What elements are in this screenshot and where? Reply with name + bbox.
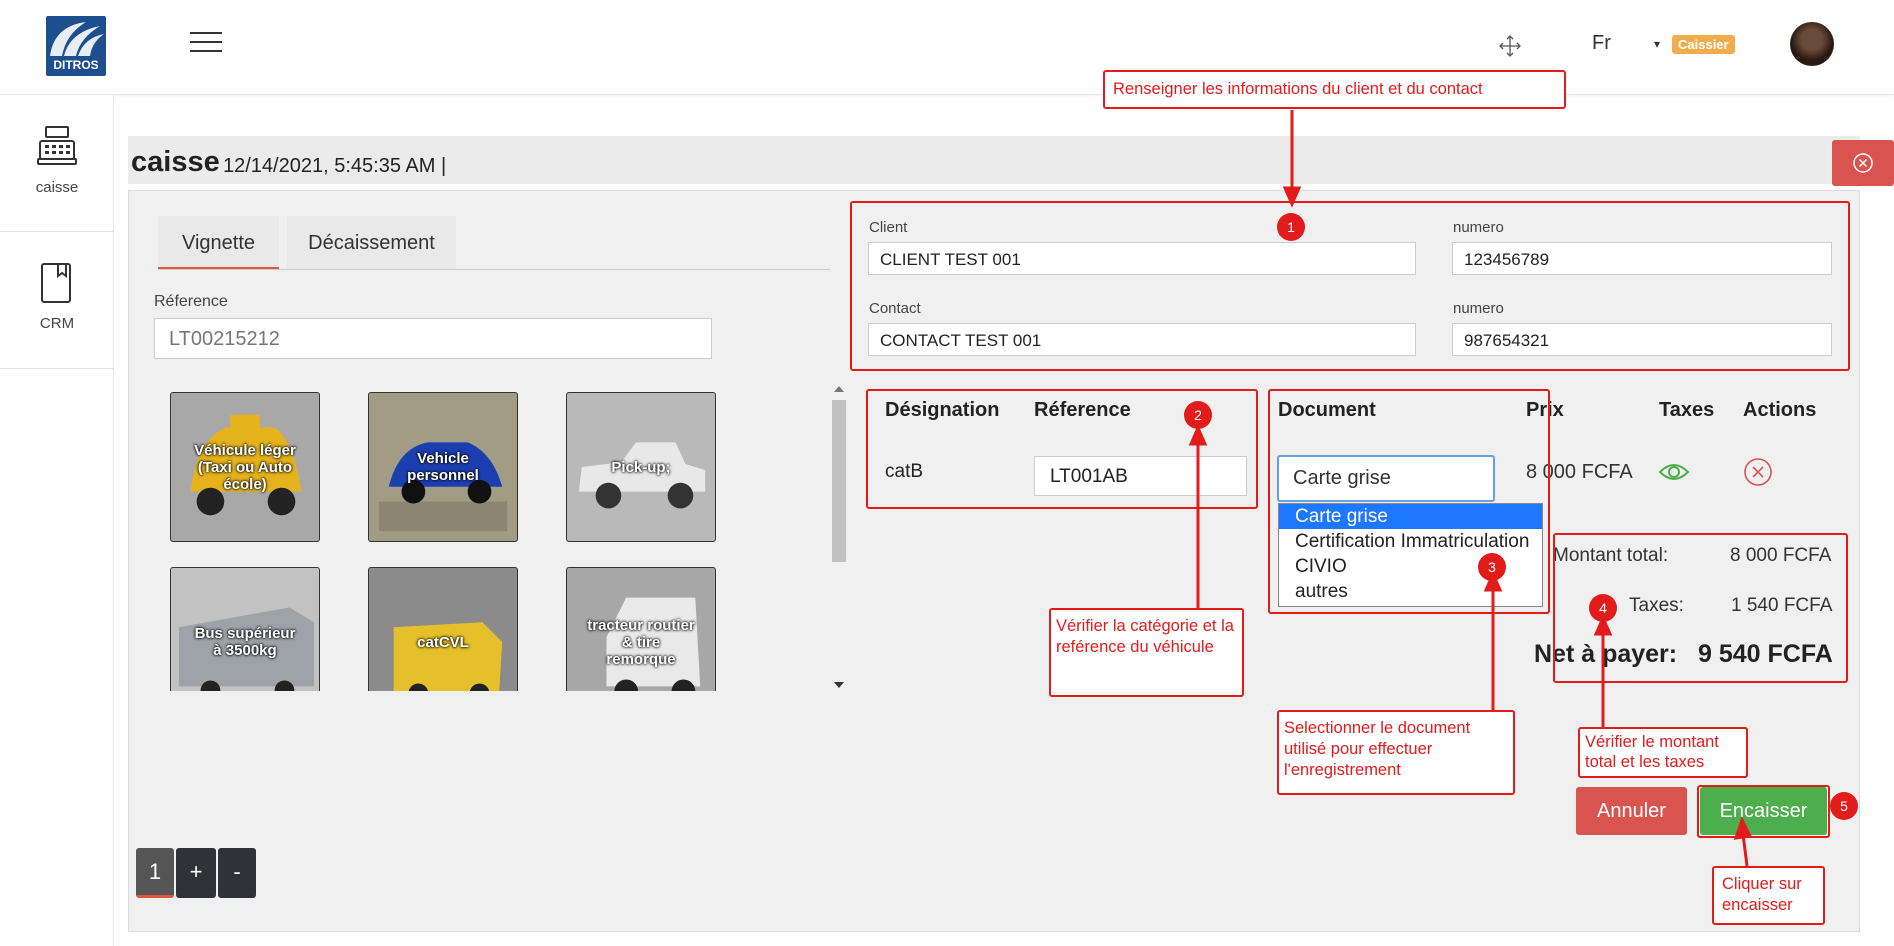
reference-input[interactable]: LT00215212 xyxy=(154,318,712,359)
vehicle-card-light[interactable]: Véhicule léger (Taxi ou Auto école) xyxy=(170,392,320,542)
header-taxes: Taxes xyxy=(1659,399,1715,421)
step-marker-4: 4 xyxy=(1589,594,1617,622)
page-plus-button[interactable]: + xyxy=(176,848,216,898)
cancel-button[interactable]: Annuler xyxy=(1576,787,1687,835)
vehicle-label: tracteur routier & tire remorque xyxy=(587,616,695,668)
vehicle-grid-scrollbar[interactable] xyxy=(830,384,848,690)
tab-vignette[interactable]: Vignette xyxy=(158,216,279,270)
page-current-button[interactable]: 1 xyxy=(136,848,174,898)
avatar[interactable] xyxy=(1790,22,1834,66)
tab-label: Décaissement xyxy=(308,232,435,254)
vehicle-card-bus[interactable]: Bus supérieur à 3500kg xyxy=(170,567,320,691)
page-minus-button[interactable]: - xyxy=(218,848,256,898)
step-marker-1: 1 xyxy=(1277,213,1305,241)
reference-label: Réference xyxy=(154,293,228,310)
close-button[interactable] xyxy=(1832,140,1894,186)
vehicle-label: Vehicle personnel xyxy=(407,450,479,484)
language-selector[interactable]: Fr xyxy=(1592,32,1611,55)
scroll-thumb[interactable] xyxy=(832,400,846,562)
role-dropdown-caret[interactable]: ▾ xyxy=(1654,37,1660,51)
role-badge[interactable]: Caissier xyxy=(1672,35,1735,54)
tab-label: Vignette xyxy=(181,232,256,254)
page-datetime: 12/14/2021, 5:45:35 AM | xyxy=(223,155,447,177)
scroll-down-icon[interactable] xyxy=(834,682,844,688)
step-marker-2: 2 xyxy=(1184,401,1212,429)
remove-row-icon[interactable] xyxy=(1742,456,1774,488)
step-marker-5: 5 xyxy=(1830,792,1858,820)
annotation-box-encaisser xyxy=(1697,785,1830,838)
top-bar: DITROS Fr ▾ Caissier xyxy=(0,0,1894,95)
vehicle-card-pickup[interactable]: Pick-up; xyxy=(566,392,716,542)
vehicle-grid: Véhicule léger (Taxi ou Auto école) Vehi… xyxy=(154,383,834,691)
vehicle-label: catCVL xyxy=(417,633,469,651)
annotation-note-encaisser: Cliquer sur encaisser xyxy=(1712,866,1825,925)
sidebar-item-caisse[interactable]: caisse xyxy=(0,95,114,232)
sidebar: caisse CRM xyxy=(0,95,114,946)
step-marker-3: 3 xyxy=(1478,553,1506,581)
vehicle-label: Bus supérieur à 3500kg xyxy=(194,625,296,659)
annotation-box-document xyxy=(1268,389,1550,614)
ditros-logo[interactable]: DITROS xyxy=(46,16,106,76)
close-icon xyxy=(1853,153,1873,173)
vehicle-card-catcvl[interactable]: catCVL xyxy=(368,567,518,691)
scroll-up-icon[interactable] xyxy=(834,386,844,392)
book-icon xyxy=(41,263,71,303)
annotation-note-vehicle: Vérifier la catégorie et la reférence du… xyxy=(1049,608,1244,697)
eye-icon[interactable] xyxy=(1658,458,1690,486)
cash-register-icon xyxy=(37,126,77,165)
annotation-box-client xyxy=(850,201,1850,371)
move-icon[interactable] xyxy=(1498,34,1522,58)
tab-divider xyxy=(158,269,830,270)
vehicle-label: Pick-up; xyxy=(611,458,671,476)
sidebar-item-crm[interactable]: CRM xyxy=(0,232,114,369)
logo-text: DITROS xyxy=(53,58,99,72)
sidebar-item-label: CRM xyxy=(39,315,75,332)
annotation-note-totals: Vérifier le montant total et les taxes xyxy=(1578,727,1748,778)
header-actions: Actions xyxy=(1743,399,1817,421)
annotation-note-client: Renseigner les informations du client et… xyxy=(1103,70,1566,109)
vehicle-card-personal[interactable]: Vehicle personnel xyxy=(368,392,518,542)
vehicle-card-tractor[interactable]: tracteur routier & tire remorque xyxy=(566,567,716,691)
tab-decaissement[interactable]: Décaissement xyxy=(287,216,456,270)
annotation-note-document: Selectionner le document utilisé pour ef… xyxy=(1277,710,1515,795)
menu-icon[interactable] xyxy=(190,32,222,54)
page-title: caisse xyxy=(131,146,220,178)
vehicle-label: Véhicule léger (Taxi ou Auto école) xyxy=(194,441,296,493)
sidebar-item-label: caisse xyxy=(35,179,79,196)
